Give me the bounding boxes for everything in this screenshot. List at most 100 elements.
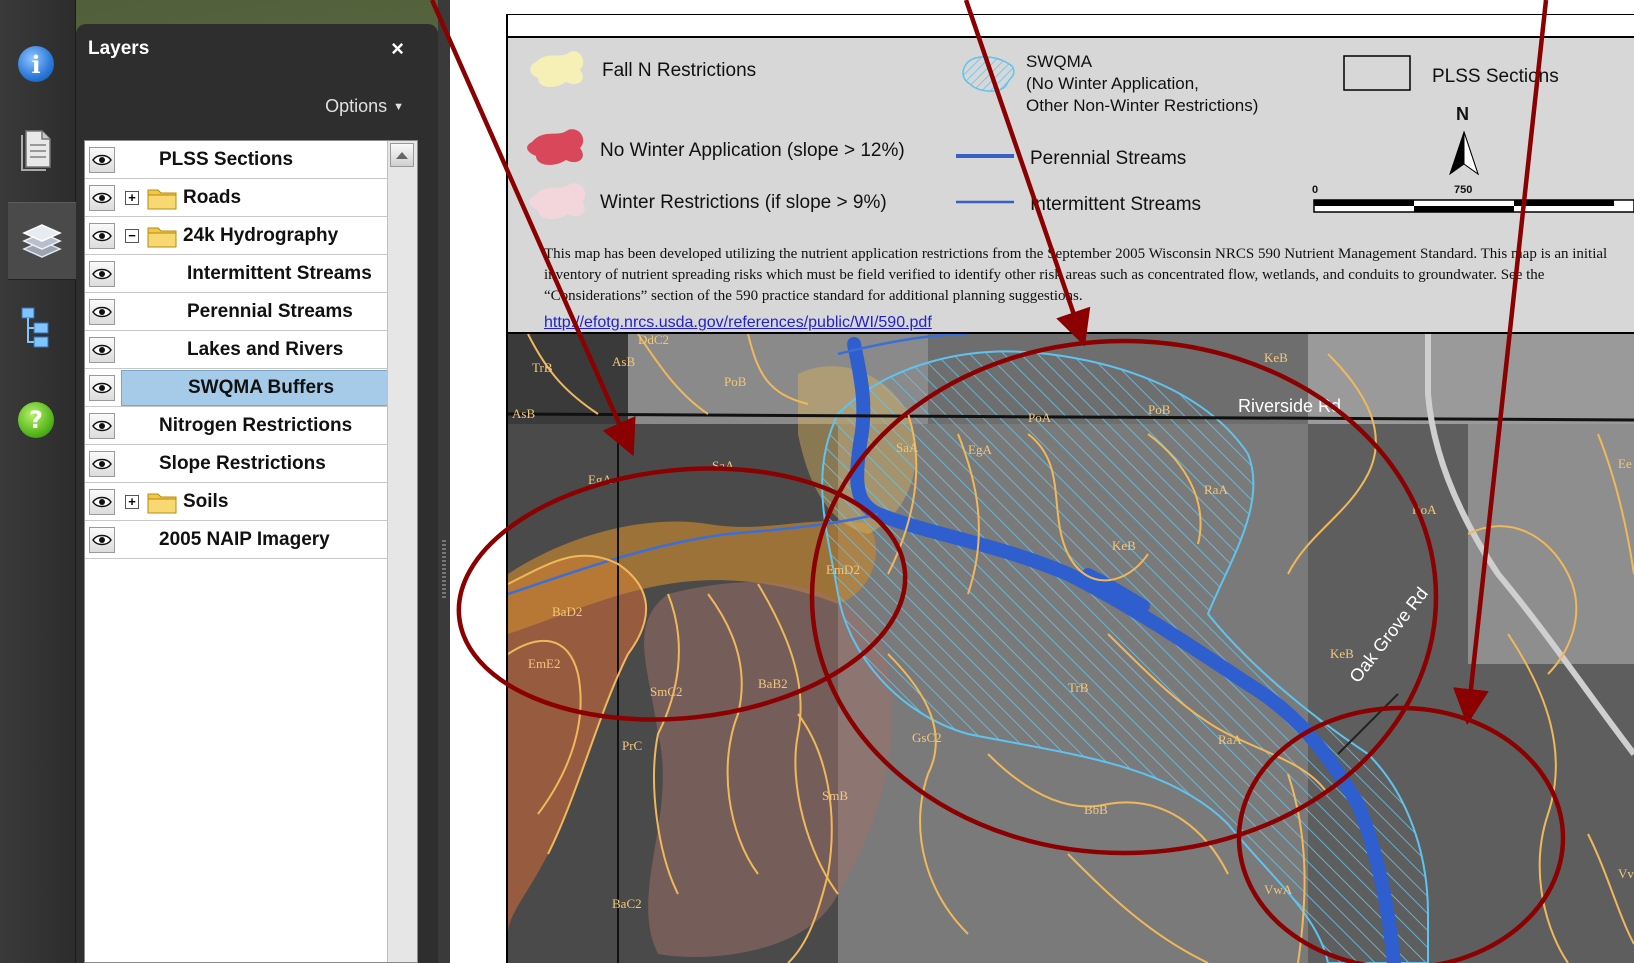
layer-row[interactable]: 2005 NAIP Imagery (85, 521, 389, 559)
model-tree-button[interactable] (14, 306, 58, 350)
soil-label: BaC2 (612, 896, 642, 911)
legend-no-winter: No Winter Application (slope > 12%) (600, 140, 905, 161)
soil-label: SaA (896, 440, 919, 455)
soil-label: EgA (588, 472, 612, 487)
visibility-eye-icon[interactable] (89, 298, 115, 325)
panel-splitter[interactable] (438, 0, 450, 963)
layer-label: Roads (183, 186, 242, 208)
soil-label: Vv (1618, 866, 1634, 881)
soil-label: KeB (1112, 538, 1136, 553)
visibility-eye-icon[interactable] (89, 488, 115, 515)
soil-label: RaA (1204, 482, 1228, 497)
layer-label: Intermittent Streams (187, 262, 372, 284)
layer-row[interactable]: PLSS Sections (85, 141, 389, 179)
aerial-map[interactable]: TrB AsB DdC2 PoB AsB PoA SaA EgA PoB KeB… (508, 334, 1634, 963)
plss-swatch (1343, 55, 1411, 91)
scale-750: 750 (1454, 184, 1473, 196)
pages-icon (21, 130, 51, 171)
panel-title: Layers (88, 38, 150, 59)
layer-label: 24k Hydrography (183, 224, 339, 246)
layer-row[interactable]: − 24k Hydrography (85, 217, 389, 255)
model-tree-icon (21, 307, 49, 348)
layer-label: 2005 NAIP Imagery (159, 528, 330, 550)
info-button[interactable]: i (14, 42, 58, 86)
soil-label: KeB (1330, 646, 1354, 661)
soil-label: AsB (612, 354, 635, 369)
visibility-eye-icon[interactable] (89, 146, 115, 173)
layers-button[interactable] (8, 202, 76, 280)
layer-label: Nitrogen Restrictions (159, 414, 353, 436)
pages-button[interactable] (14, 128, 58, 172)
legend-swqma-line3: Other Non-Winter Restrictions) (1026, 96, 1259, 115)
layer-row[interactable]: Perennial Streams (85, 293, 389, 331)
visibility-eye-icon[interactable] (89, 450, 115, 477)
folder-icon (147, 186, 177, 210)
visibility-eye-icon[interactable] (89, 184, 115, 211)
visibility-eye-icon[interactable] (89, 260, 115, 287)
soil-label: KeB (1264, 350, 1288, 365)
vertical-scrollbar[interactable] (387, 141, 417, 962)
legend-fall-n: Fall N Restrictions (602, 60, 757, 81)
visibility-eye-icon[interactable] (89, 336, 115, 363)
road-label-riverside: Riverside Rd (1238, 396, 1341, 416)
layer-label: Perennial Streams (187, 300, 353, 322)
reference-link[interactable]: http://efotg.nrcs.usda.gov/references/pu… (544, 314, 932, 332)
soil-label: BaB2 (758, 676, 788, 691)
map-canvas: TrB AsB DdC2 PoB AsB PoA SaA EgA PoB KeB… (508, 334, 1634, 963)
layer-row[interactable]: Intermittent Streams (85, 255, 389, 293)
soil-label: DdC2 (638, 334, 669, 347)
layer-row[interactable]: Nitrogen Restrictions (85, 407, 389, 445)
info-icon: i (18, 46, 54, 82)
map-document: Fall N Restrictions No Winter Applicatio… (450, 0, 1634, 963)
soil-label: PoA (1028, 410, 1052, 425)
layer-label: SWQMA Buffers (121, 369, 389, 406)
layers-icon (22, 224, 62, 258)
collapse-minus-icon[interactable]: − (125, 228, 139, 243)
help-icon: ? (18, 402, 54, 438)
close-icon[interactable]: × (391, 36, 404, 62)
soil-label: RaA (1218, 732, 1242, 747)
visibility-eye-icon[interactable] (89, 412, 115, 439)
splitter-grip[interactable] (442, 540, 446, 600)
legend-intermittent: Intermittent Streams (1030, 194, 1202, 215)
layer-row[interactable]: Lakes and Rivers (85, 331, 389, 369)
map-legend: Fall N Restrictions No Winter Applicatio… (508, 36, 1634, 334)
north-label: N (1456, 104, 1469, 124)
visibility-eye-icon[interactable] (89, 374, 115, 401)
scale-zero: 0 (1312, 184, 1319, 196)
soil-label: PrC (622, 738, 642, 753)
help-button[interactable]: ? (14, 398, 58, 442)
no-winter-swatch (527, 129, 584, 165)
layer-row[interactable]: + Roads (85, 179, 389, 217)
expand-plus-icon[interactable]: + (125, 190, 139, 205)
caret-down-icon: ▼ (393, 101, 404, 113)
folder-icon (147, 490, 177, 514)
soil-label: EgA (968, 442, 992, 457)
expand-plus-icon[interactable]: + (125, 494, 139, 509)
visibility-eye-icon[interactable] (89, 222, 115, 249)
legend-perennial: Perennial Streams (1030, 148, 1187, 169)
visibility-eye-icon[interactable] (89, 526, 115, 553)
layer-label: Slope Restrictions (159, 452, 326, 474)
soil-label: GsC2 (912, 730, 942, 745)
layers-panel: Layers × Options ▼ PLSS Sections + Roads … (76, 24, 438, 963)
swqma-swatch (962, 56, 1015, 92)
soil-label: AsB (512, 406, 535, 421)
layer-row[interactable]: Slope Restrictions (85, 445, 389, 483)
layer-label: Lakes and Rivers (187, 338, 344, 360)
soil-label: RoA (1412, 502, 1437, 517)
soil-label: SmC2 (650, 684, 683, 699)
soil-label: SaA (712, 458, 735, 473)
scroll-up-icon[interactable] (390, 143, 414, 167)
soil-label: EmD2 (826, 562, 860, 577)
options-label: Options (325, 96, 388, 116)
soil-label: TrB (532, 360, 553, 375)
soil-label: VwA (1264, 882, 1293, 897)
soil-label: TrB (1068, 680, 1089, 695)
layer-row-selected[interactable]: SWQMA Buffers (85, 369, 389, 407)
layer-row[interactable]: + Soils (85, 483, 389, 521)
folder-icon (147, 224, 177, 248)
fall-n-swatch (530, 51, 584, 87)
navigation-rail: i ? (0, 0, 76, 963)
options-menu[interactable]: Options ▼ (325, 96, 404, 117)
